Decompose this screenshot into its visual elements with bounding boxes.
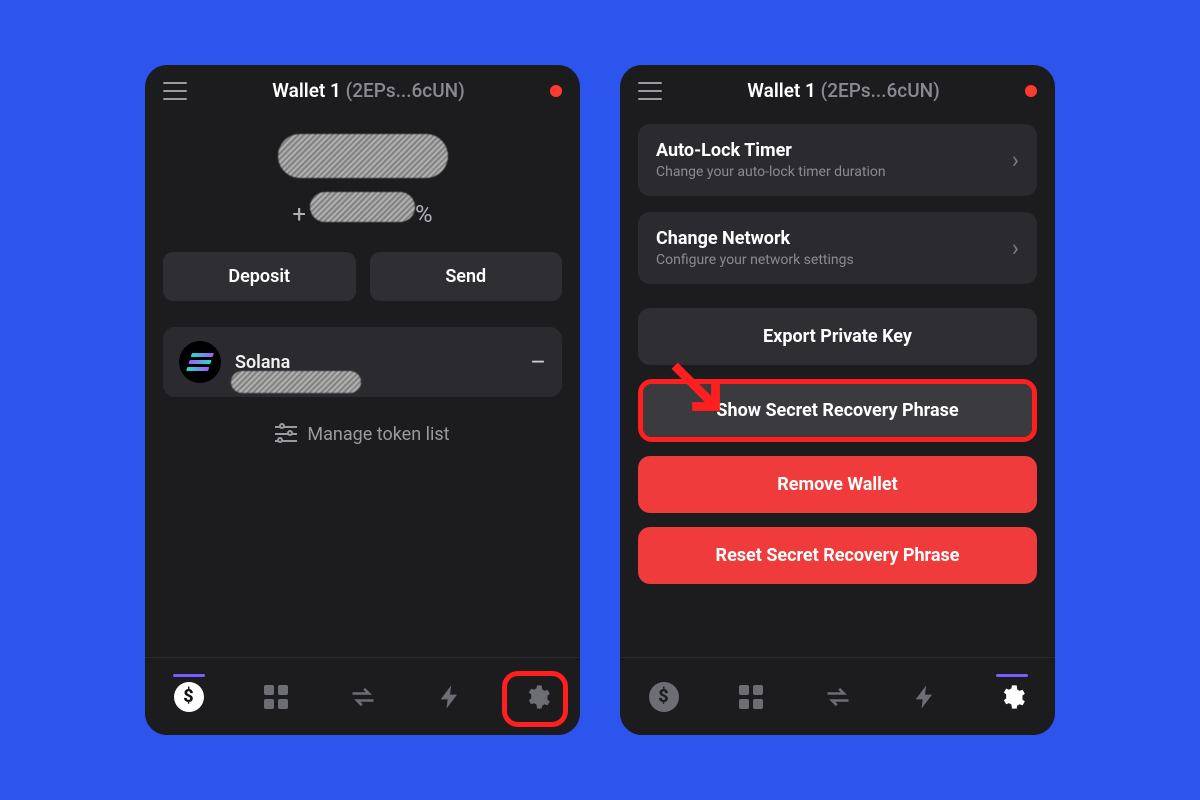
- tab-activity[interactable]: [428, 675, 472, 719]
- gear-icon: [523, 683, 551, 711]
- manage-token-list-button[interactable]: Manage token list: [145, 397, 580, 471]
- settings-list: Auto-Lock Timer Change your auto-lock ti…: [620, 116, 1055, 284]
- wallet-title[interactable]: Wallet 1 (2EPs...6cUN): [676, 79, 1011, 102]
- swap-icon: [349, 683, 377, 711]
- grid-icon: [739, 685, 763, 709]
- topbar: Wallet 1 (2EPs...6cUN): [620, 65, 1055, 116]
- send-button[interactable]: Send: [370, 252, 563, 301]
- row-title: Auto-Lock Timer: [656, 140, 1000, 161]
- tab-settings[interactable]: [515, 675, 559, 719]
- token-name: Solana: [235, 352, 290, 373]
- bottom-tabbar: $: [145, 657, 580, 735]
- wallet-home-screen: Wallet 1 (2EPs...6cUN) +% Deposit Send S…: [145, 65, 580, 735]
- balance-redacted: [278, 134, 448, 178]
- gear-icon: [998, 683, 1026, 711]
- connection-status-dot: [550, 85, 562, 97]
- bolt-icon: [911, 683, 939, 711]
- tab-swap[interactable]: [816, 675, 860, 719]
- grid-icon: [264, 685, 288, 709]
- token-amount: –: [530, 348, 546, 376]
- tab-wallet[interactable]: $: [167, 675, 211, 719]
- swap-icon: [824, 683, 852, 711]
- reset-secret-phrase-button[interactable]: Reset Secret Recovery Phrase: [638, 527, 1037, 584]
- menu-icon[interactable]: [638, 82, 662, 100]
- wallet-title[interactable]: Wallet 1 (2EPs...6cUN): [201, 79, 536, 102]
- tab-wallet[interactable]: $: [642, 675, 686, 719]
- remove-wallet-button[interactable]: Remove Wallet: [638, 456, 1037, 513]
- sliders-icon: [275, 423, 297, 445]
- topbar: Wallet 1 (2EPs...6cUN): [145, 65, 580, 116]
- pct-prefix: +: [292, 200, 306, 228]
- token-balance-redacted: [231, 371, 361, 393]
- tab-activity[interactable]: [903, 675, 947, 719]
- chevron-right-icon: ›: [1012, 234, 1019, 262]
- balance-area: +%: [145, 116, 580, 236]
- connection-status-dot: [1025, 85, 1037, 97]
- row-subtitle: Configure your network settings: [656, 252, 1000, 268]
- row-title: Change Network: [656, 228, 1000, 249]
- chevron-right-icon: ›: [1012, 146, 1019, 174]
- balance-change-row: +%: [145, 192, 580, 228]
- wallet-short-address: (2EPs...6cUN): [346, 79, 465, 102]
- deposit-button[interactable]: Deposit: [163, 252, 356, 301]
- solana-icon: [179, 341, 221, 383]
- annotation-highlight-show-phrase: Show Secret Recovery Phrase: [638, 379, 1037, 442]
- wallet-name: Wallet 1: [272, 79, 341, 102]
- menu-icon[interactable]: [163, 82, 187, 100]
- tab-settings[interactable]: [990, 675, 1034, 719]
- pct-redacted: [310, 192, 415, 222]
- pct-suffix: %: [415, 200, 433, 228]
- wallet-short-address: (2EPs...6cUN): [821, 79, 940, 102]
- token-row-solana[interactable]: Solana –: [163, 327, 562, 397]
- settings-row-change-network[interactable]: Change Network Configure your network se…: [638, 212, 1037, 284]
- bolt-icon: [436, 683, 464, 711]
- manage-token-label: Manage token list: [307, 424, 449, 445]
- tab-collectibles[interactable]: [254, 675, 298, 719]
- action-button-row: Deposit Send: [145, 236, 580, 309]
- tab-collectibles[interactable]: [729, 675, 773, 719]
- settings-row-auto-lock[interactable]: Auto-Lock Timer Change your auto-lock ti…: [638, 124, 1037, 196]
- tab-swap[interactable]: [341, 675, 385, 719]
- dollar-icon: $: [174, 682, 204, 712]
- security-button-stack: Export Private Key Show Secret Recovery …: [620, 308, 1055, 584]
- wallet-settings-screen: Wallet 1 (2EPs...6cUN) Auto-Lock Timer C…: [620, 65, 1055, 735]
- export-private-key-button[interactable]: Export Private Key: [638, 308, 1037, 365]
- wallet-name: Wallet 1: [747, 79, 816, 102]
- row-subtitle: Change your auto-lock timer duration: [656, 164, 1000, 180]
- show-secret-phrase-button[interactable]: Show Secret Recovery Phrase: [643, 384, 1032, 437]
- bottom-tabbar: $: [620, 657, 1055, 735]
- dollar-icon: $: [649, 682, 679, 712]
